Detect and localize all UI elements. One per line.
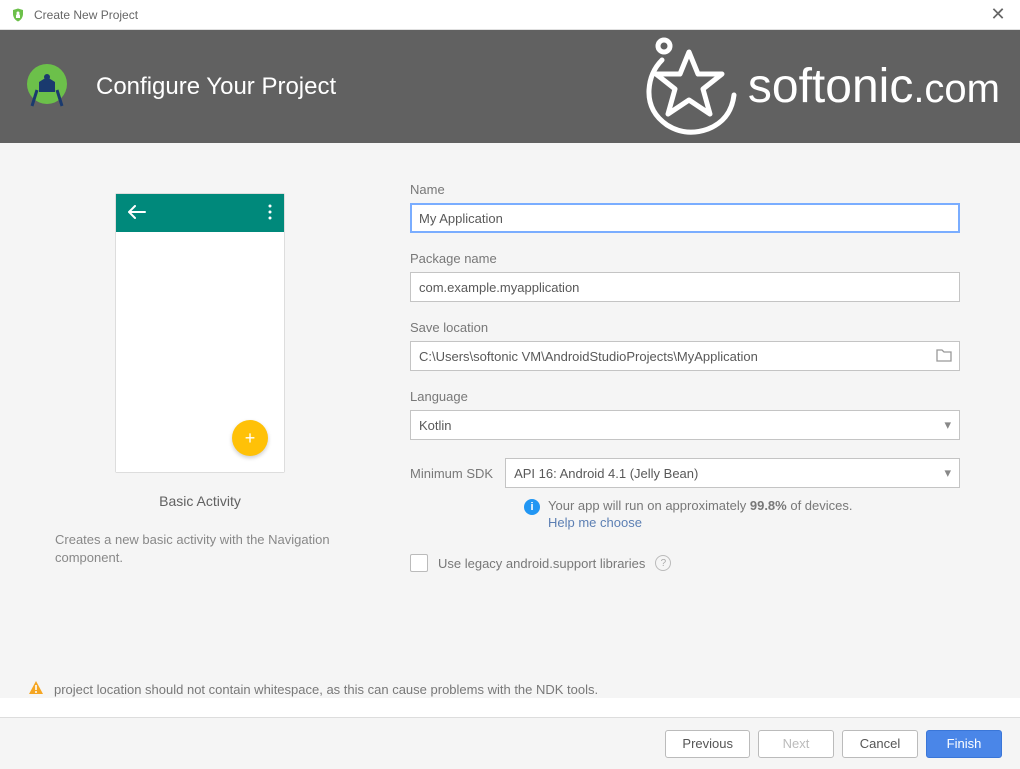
coverage-text: Your app will run on approximately 99.8%… bbox=[548, 498, 853, 513]
language-group: Language Kotlin ▾ bbox=[410, 389, 960, 440]
star-icon bbox=[634, 32, 744, 142]
activity-preview: + bbox=[115, 193, 285, 473]
name-label: Name bbox=[410, 182, 960, 197]
legacy-label: Use legacy android.support libraries bbox=[438, 556, 645, 571]
sdk-row: Minimum SDK API 16: Android 4.1 (Jelly B… bbox=[410, 458, 960, 488]
location-group: Save location bbox=[410, 320, 960, 371]
name-input[interactable] bbox=[410, 203, 960, 233]
window-title: Create New Project bbox=[34, 8, 986, 22]
preview-body: + bbox=[116, 232, 284, 472]
activity-description: Creates a new basic activity with the Na… bbox=[55, 531, 345, 567]
help-icon[interactable]: ? bbox=[655, 555, 671, 571]
folder-icon[interactable] bbox=[936, 348, 952, 365]
next-button[interactable]: Next bbox=[758, 730, 834, 758]
android-studio-logo-icon bbox=[22, 62, 72, 112]
page-title: Configure Your Project bbox=[96, 73, 336, 101]
name-group: Name bbox=[410, 182, 960, 233]
location-input[interactable] bbox=[410, 341, 960, 371]
warning-icon bbox=[28, 680, 44, 699]
warning-row: project location should not contain whit… bbox=[28, 680, 598, 699]
android-studio-icon bbox=[10, 7, 26, 23]
help-link[interactable]: Help me choose bbox=[548, 515, 853, 530]
previous-button[interactable]: Previous bbox=[665, 730, 750, 758]
package-input[interactable] bbox=[410, 272, 960, 302]
main-content: + Basic Activity Creates a new basic act… bbox=[0, 143, 1020, 698]
language-value: Kotlin bbox=[419, 418, 452, 433]
watermark-text: softonic.com bbox=[748, 59, 1000, 114]
sdk-value: API 16: Android 4.1 (Jelly Bean) bbox=[514, 466, 698, 481]
legacy-checkbox[interactable] bbox=[410, 554, 428, 572]
package-group: Package name bbox=[410, 251, 960, 302]
footer: Previous Next Cancel Finish bbox=[0, 717, 1020, 769]
language-label: Language bbox=[410, 389, 960, 404]
info-icon: i bbox=[524, 499, 540, 515]
softonic-watermark: softonic.com bbox=[634, 32, 1000, 142]
title-bar: Create New Project ✕ bbox=[0, 0, 1020, 30]
sdk-select[interactable]: API 16: Android 4.1 (Jelly Bean) ▾ bbox=[505, 458, 960, 488]
activity-name: Basic Activity bbox=[159, 493, 241, 509]
finish-button[interactable]: Finish bbox=[926, 730, 1002, 758]
language-select[interactable]: Kotlin ▾ bbox=[410, 410, 960, 440]
sdk-label: Minimum SDK bbox=[410, 466, 493, 481]
package-label: Package name bbox=[410, 251, 960, 266]
coverage-info: i Your app will run on approximately 99.… bbox=[524, 498, 960, 530]
chevron-down-icon: ▾ bbox=[944, 465, 951, 481]
location-label: Save location bbox=[410, 320, 960, 335]
preview-toolbar bbox=[116, 194, 284, 232]
cancel-button[interactable]: Cancel bbox=[842, 730, 918, 758]
chevron-down-icon: ▾ bbox=[944, 417, 951, 433]
menu-dots-icon bbox=[268, 204, 272, 223]
back-arrow-icon bbox=[128, 205, 146, 222]
close-icon[interactable]: ✕ bbox=[986, 4, 1010, 25]
left-panel: + Basic Activity Creates a new basic act… bbox=[0, 163, 400, 698]
warning-text: project location should not contain whit… bbox=[54, 682, 598, 697]
legacy-row: Use legacy android.support libraries ? bbox=[410, 554, 960, 572]
form-panel: Name Package name Save location Language… bbox=[400, 163, 1020, 698]
fab-icon: + bbox=[232, 420, 268, 456]
header-banner: Configure Your Project softonic.com bbox=[0, 30, 1020, 143]
